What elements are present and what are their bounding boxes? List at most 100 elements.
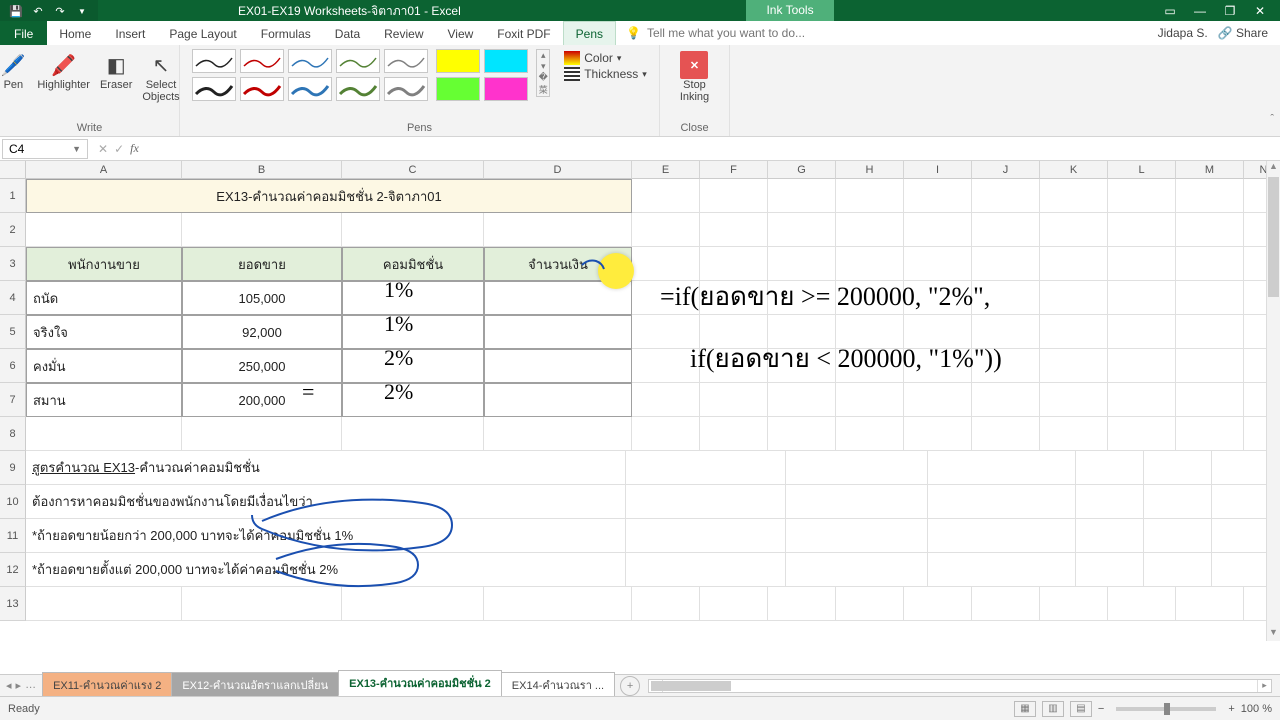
cell-J7[interactable]: [972, 383, 1040, 417]
row-header-4[interactable]: 4: [0, 281, 26, 315]
cell-G4[interactable]: [768, 281, 836, 315]
pen-button[interactable]: 🖊️Pen: [0, 49, 31, 105]
cell-C6[interactable]: [342, 349, 484, 383]
cell-E6[interactable]: [632, 349, 700, 383]
col-header-M[interactable]: M: [1176, 161, 1244, 179]
cell-D6[interactable]: [484, 349, 632, 383]
gallery-up-icon[interactable]: ▴: [537, 50, 549, 61]
minimize-icon[interactable]: —: [1190, 1, 1210, 21]
cell-G7[interactable]: [768, 383, 836, 417]
cell-B7[interactable]: 200,000: [182, 383, 342, 417]
cell-I2[interactable]: [904, 213, 972, 247]
tab-insert[interactable]: Insert: [103, 21, 157, 46]
cell-M6[interactable]: [1176, 349, 1244, 383]
sheet-tab-ex14[interactable]: EX14-คำนวณรา ...: [501, 672, 615, 697]
cell-A7[interactable]: สมาน: [26, 383, 182, 417]
cell-I13[interactable]: [904, 587, 972, 621]
qat-dropdown-icon[interactable]: ▼: [74, 3, 90, 19]
name-box[interactable]: C4▼: [2, 139, 88, 159]
scrollbar-thumb[interactable]: [1268, 177, 1279, 297]
cell-K1[interactable]: [1040, 179, 1108, 213]
cell-A10[interactable]: ต้องการหาคอมมิชชั่นของพนักงานโดยมีเงื่อน…: [26, 485, 626, 519]
cell-D11[interactable]: [928, 519, 1076, 553]
scroll-down-icon[interactable]: ▼: [1267, 627, 1280, 641]
cell-H4[interactable]: [836, 281, 904, 315]
cell-M7[interactable]: [1176, 383, 1244, 417]
sheet-tab-ex12[interactable]: EX12-คำนวณอัตราแลกเปลี่ยน: [171, 672, 339, 697]
row-header-8[interactable]: 8: [0, 417, 26, 451]
pen-black-thin[interactable]: [192, 49, 236, 73]
col-header-F[interactable]: F: [700, 161, 768, 179]
zoom-out-icon[interactable]: −: [1098, 703, 1104, 715]
row-header-3[interactable]: 3: [0, 247, 26, 281]
cell-E8[interactable]: [632, 417, 700, 451]
cell-B9[interactable]: [626, 451, 786, 485]
cell-G13[interactable]: [768, 587, 836, 621]
spreadsheet-grid[interactable]: ABCDEFGHIJKLMN 12345678910111213 EX13-คำ…: [0, 161, 1280, 641]
cell-H2[interactable]: [836, 213, 904, 247]
cell-E2[interactable]: [632, 213, 700, 247]
pen-grey-thick[interactable]: [384, 77, 428, 101]
cell-A5[interactable]: จริงใจ: [26, 315, 182, 349]
cell-A9[interactable]: สูตรคำนวณ EX13-คำนวณค่าคอมมิชชั่น: [26, 451, 626, 485]
cell-F9[interactable]: [1144, 451, 1212, 485]
cell-G8[interactable]: [768, 417, 836, 451]
row-header-13[interactable]: 13: [0, 587, 26, 621]
cell-B8[interactable]: [182, 417, 342, 451]
col-header-C[interactable]: C: [342, 161, 484, 179]
pen-blue-thin[interactable]: [288, 49, 332, 73]
row-header-9[interactable]: 9: [0, 451, 26, 485]
cell-F6[interactable]: [700, 349, 768, 383]
cell-I4[interactable]: [904, 281, 972, 315]
cell-D5[interactable]: [484, 315, 632, 349]
tab-view[interactable]: View: [436, 21, 486, 46]
redo-icon[interactable]: ↷: [52, 3, 68, 19]
cell-B3[interactable]: ยอดขาย: [182, 247, 342, 281]
pen-green-thick[interactable]: [336, 77, 380, 101]
cell-G1[interactable]: [768, 179, 836, 213]
cell-E3[interactable]: [632, 247, 700, 281]
cell-C12[interactable]: [786, 553, 928, 587]
highlighter-gallery[interactable]: [436, 49, 528, 101]
zoom-slider[interactable]: [1116, 707, 1216, 711]
cell-M5[interactable]: [1176, 315, 1244, 349]
pen-red-thin[interactable]: [240, 49, 284, 73]
maximize-icon[interactable]: ❐: [1220, 1, 1240, 21]
cell-K5[interactable]: [1040, 315, 1108, 349]
cell-J2[interactable]: [972, 213, 1040, 247]
cell-D10[interactable]: [928, 485, 1076, 519]
cell-M3[interactable]: [1176, 247, 1244, 281]
cell-F13[interactable]: [700, 587, 768, 621]
cell-E7[interactable]: [632, 383, 700, 417]
cell-A6[interactable]: คงมั่น: [26, 349, 182, 383]
pen-green-thin[interactable]: [336, 49, 380, 73]
select-all-corner[interactable]: [0, 161, 26, 179]
cell-B6[interactable]: 250,000: [182, 349, 342, 383]
tab-pens[interactable]: Pens: [563, 21, 616, 46]
hl-cyan[interactable]: [484, 49, 528, 73]
cell-I6[interactable]: [904, 349, 972, 383]
new-sheet-button[interactable]: +: [620, 676, 640, 696]
cell-C3[interactable]: คอมมิชชั่น: [342, 247, 484, 281]
gallery-down-icon[interactable]: ▾: [537, 61, 549, 72]
cell-L8[interactable]: [1108, 417, 1176, 451]
cell-F7[interactable]: [700, 383, 768, 417]
row-header-1[interactable]: 1: [0, 179, 26, 213]
cell-C10[interactable]: [786, 485, 928, 519]
collapse-ribbon-icon[interactable]: ˆ: [1270, 113, 1274, 125]
pen-grey-thin[interactable]: [384, 49, 428, 73]
cell-C11[interactable]: [786, 519, 928, 553]
cell-C7[interactable]: [342, 383, 484, 417]
cell-D2[interactable]: [484, 213, 632, 247]
cell-M2[interactable]: [1176, 213, 1244, 247]
cell-K3[interactable]: [1040, 247, 1108, 281]
cell-K7[interactable]: [1040, 383, 1108, 417]
cell-F4[interactable]: [700, 281, 768, 315]
cell-H5[interactable]: [836, 315, 904, 349]
cell-E12[interactable]: [1076, 553, 1144, 587]
cell-F3[interactable]: [700, 247, 768, 281]
cell-B12[interactable]: [626, 553, 786, 587]
view-page-layout-icon[interactable]: ▥: [1042, 701, 1064, 717]
highlighter-button[interactable]: 🖍️Highlighter: [33, 49, 94, 105]
col-header-B[interactable]: B: [182, 161, 342, 179]
